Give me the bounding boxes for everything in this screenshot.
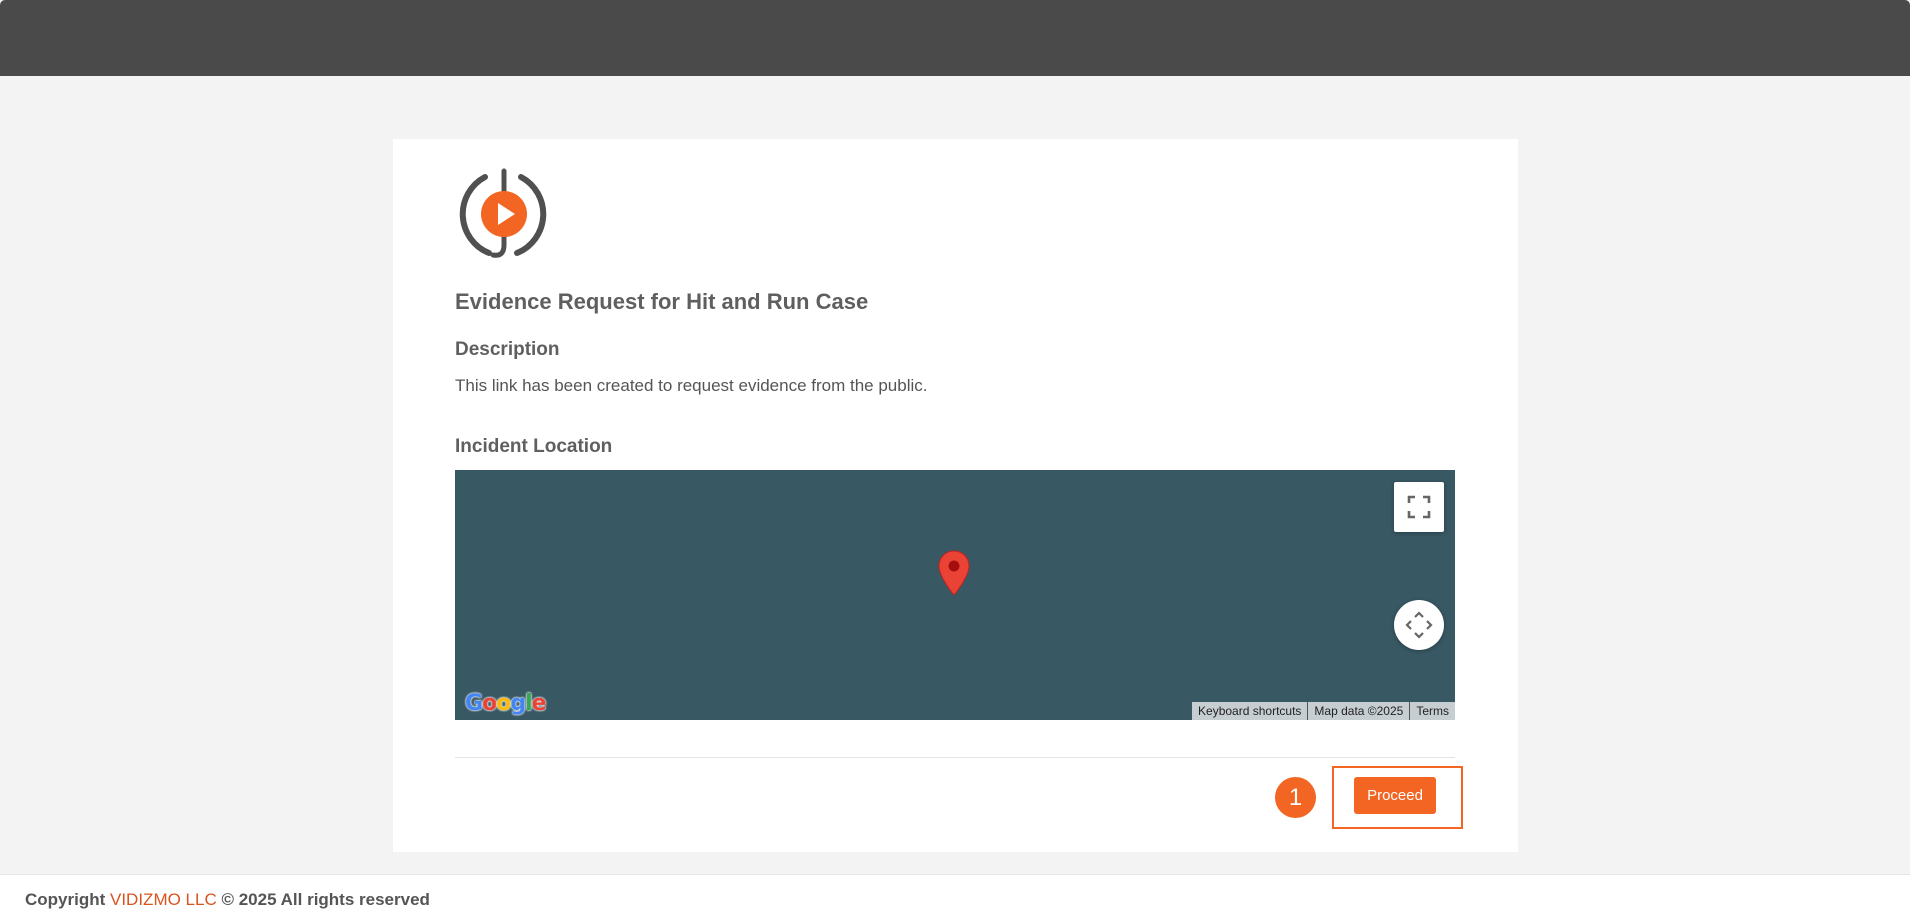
description-text: This link has been created to request ev…	[455, 376, 928, 395]
step-number-badge: 1	[1275, 777, 1316, 818]
keyboard-shortcuts-link[interactable]: Keyboard shortcuts	[1192, 702, 1308, 720]
description-heading: Description	[455, 339, 560, 360]
map-camera-control-button[interactable]	[1394, 600, 1444, 650]
copyright-text: Copyright VIDIZMO LLC © 2025 All rights …	[25, 890, 430, 910]
copyright-suffix: © 2025 All rights reserved	[216, 890, 430, 909]
company-link[interactable]: VIDIZMO LLC	[110, 890, 217, 909]
pan-arrows-icon	[1405, 611, 1433, 639]
map-attribution-bar: Keyboard shortcuts Map data ©2025 Terms	[1192, 702, 1455, 720]
terms-link[interactable]: Terms	[1409, 702, 1455, 720]
map-fullscreen-button[interactable]	[1394, 482, 1444, 532]
top-header-bar	[0, 0, 1910, 76]
incident-location-heading: Incident Location	[455, 436, 613, 457]
map-pin-icon[interactable]	[937, 550, 971, 596]
page-title: Evidence Request for Hit and Run Case	[455, 289, 869, 314]
proceed-button[interactable]: Proceed	[1354, 777, 1436, 814]
actions-divider	[455, 757, 1455, 758]
map-data-text: Map data ©2025	[1307, 702, 1410, 720]
evidence-request-card: Evidence Request for Hit and Run Case De…	[393, 139, 1518, 852]
fullscreen-icon	[1407, 495, 1431, 519]
incident-location-map[interactable]: Google Keyboard shortcuts Map data ©2025…	[455, 470, 1455, 720]
vidizmo-logo	[455, 165, 553, 263]
page-footer: Copyright VIDIZMO LLC © 2025 All rights …	[0, 874, 1910, 923]
copyright-prefix: Copyright	[25, 890, 110, 909]
google-logo[interactable]: Google	[465, 691, 547, 716]
